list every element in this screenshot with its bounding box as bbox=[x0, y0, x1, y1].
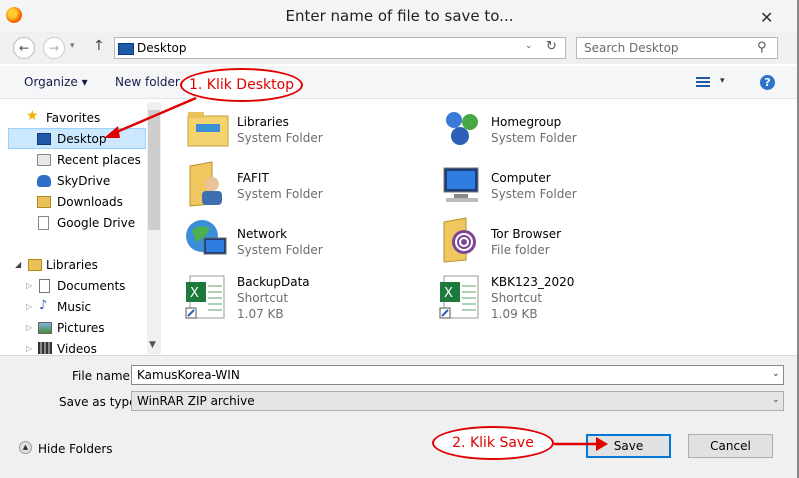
annotation-callout-step1: 1. Klik Desktop bbox=[180, 68, 303, 102]
annotation-arrowhead-1 bbox=[104, 126, 120, 138]
annotation-callout-step2: 2. Klik Save bbox=[432, 426, 554, 460]
annotation-arrowhead-2 bbox=[596, 437, 608, 451]
annotation-arrow-1 bbox=[111, 96, 197, 136]
annotation-overlay bbox=[104, 96, 608, 451]
